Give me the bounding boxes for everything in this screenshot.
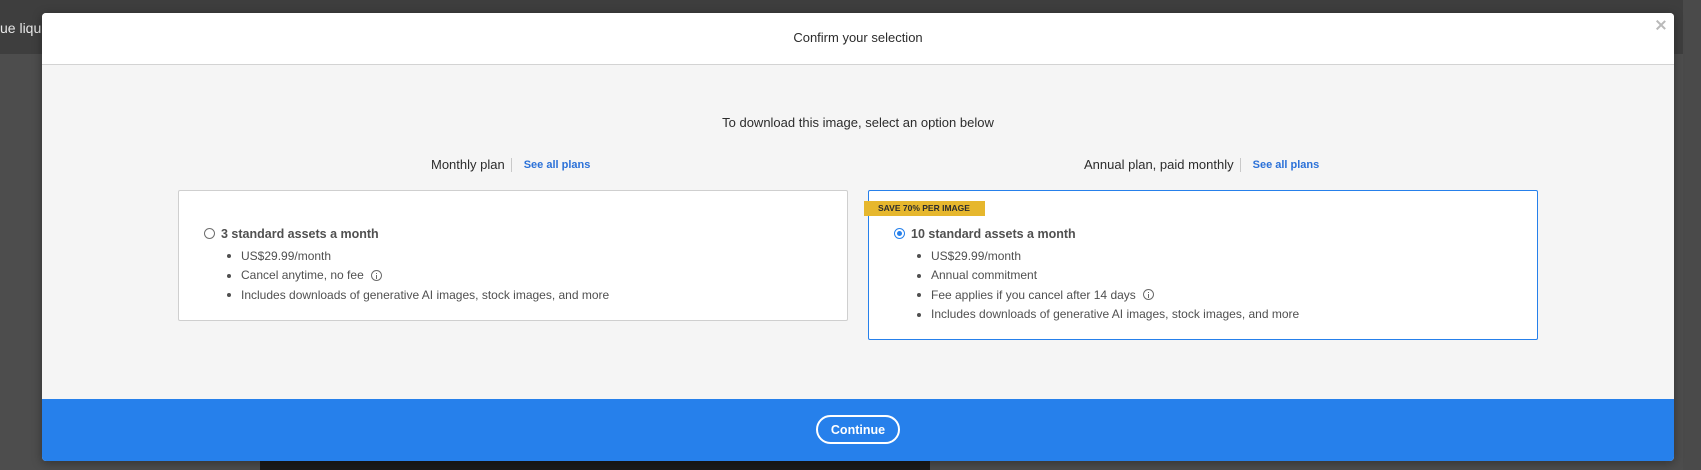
info-icon[interactable] [1142,289,1154,301]
list-item: Annual commitment [911,266,1299,286]
annual-plan-radio[interactable] [894,228,905,239]
annual-feature-list: US$29.99/month Annual commitment Fee app… [911,246,1299,324]
monthly-plan-card[interactable]: 3 standard assets a month US$29.99/month… [178,190,848,321]
modal-footer: Continue [42,399,1674,461]
continue-button[interactable]: Continue [816,415,900,444]
annual-plan-heading: Annual plan, paid monthly See all plans [1084,157,1319,172]
monthly-plan-radio[interactable] [204,228,215,239]
modal-header: Confirm your selection [42,13,1674,65]
info-icon[interactable] [370,269,382,281]
instruction-text: To download this image, select an option… [722,115,994,130]
heading-divider [1239,157,1241,172]
monthly-feature-list: US$29.99/month Cancel anytime, no fee In… [221,246,609,305]
annual-plan-title: 10 standard assets a month [911,227,1076,241]
close-icon[interactable] [1654,19,1668,33]
annual-see-all-plans-link[interactable]: See all plans [1253,159,1320,171]
list-item: Includes downloads of generative AI imag… [221,285,609,305]
list-item: Includes downloads of generative AI imag… [911,305,1299,325]
list-item: US$29.99/month [911,246,1299,266]
background-scroll-edge [1683,0,1701,470]
monthly-plan-title: 3 standard assets a month [221,227,379,241]
modal-title: Confirm your selection [793,30,923,45]
annual-plan-label: Annual plan, paid monthly [1084,157,1234,172]
monthly-plan-heading: Monthly plan See all plans [431,157,590,172]
heading-divider [510,157,512,172]
save-badge: SAVE 70% PER IMAGE [864,201,985,216]
list-item: Fee applies if you cancel after 14 days [911,285,1299,305]
monthly-see-all-plans-link[interactable]: See all plans [524,159,591,171]
annual-plan-card[interactable]: SAVE 70% PER IMAGE 10 standard assets a … [864,190,1538,340]
monthly-plan-label: Monthly plan [431,157,505,172]
confirm-selection-modal: Confirm your selection To download this … [42,13,1674,461]
background-title-fragment: ue liqui [0,20,45,36]
list-item: US$29.99/month [221,246,609,266]
list-item: Cancel anytime, no fee [221,266,609,286]
